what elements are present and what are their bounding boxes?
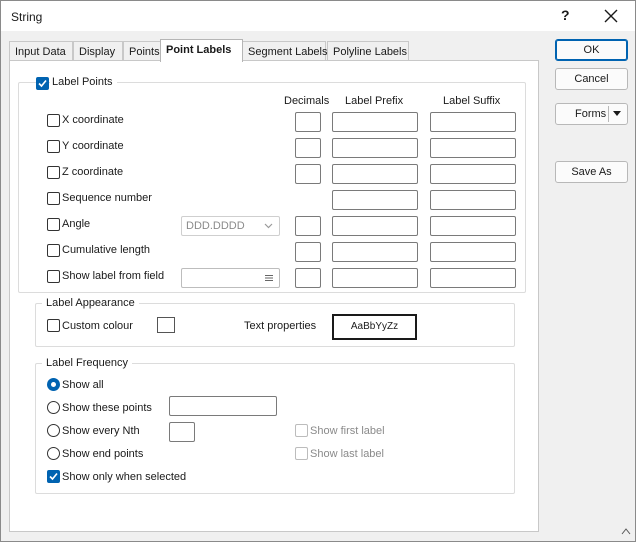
cumulative-prefix-field[interactable]	[332, 242, 418, 262]
custom-colour-checkbox[interactable]	[47, 319, 60, 332]
field-prefix-field[interactable]	[332, 268, 418, 288]
z-coordinate-label: Z coordinate	[62, 166, 124, 178]
save-as-button-label: Save As	[571, 166, 612, 178]
y-suffix-field[interactable]	[430, 138, 516, 158]
label-suffix-header: Label Suffix	[443, 95, 501, 107]
string-dialog: String ? Input Data Display Points Point…	[0, 0, 636, 542]
show-these-points-radio[interactable]	[47, 401, 60, 414]
dropdown-arrow-icon[interactable]	[613, 111, 621, 116]
resize-grip-icon[interactable]	[621, 527, 631, 535]
title-bar: String ?	[1, 1, 635, 32]
decimals-header: Decimals	[284, 95, 330, 107]
sequence-number-label: Sequence number	[62, 192, 152, 204]
show-last-label-label: Show last label	[310, 448, 384, 460]
cumulative-suffix-field[interactable]	[430, 242, 516, 262]
label-appearance-group: Label Appearance Custom colour Text prop…	[35, 297, 515, 347]
nth-field[interactable]	[169, 422, 195, 442]
label-frequency-group: Label Frequency Show all Show these poin…	[35, 357, 515, 494]
x-suffix-field[interactable]	[430, 112, 516, 132]
custom-colour-label: Custom colour	[62, 320, 133, 332]
show-last-label-checkbox[interactable]	[295, 447, 308, 460]
show-every-nth-radio[interactable]	[47, 424, 60, 437]
close-icon	[604, 9, 618, 23]
tab-polyline-labels[interactable]: Polyline Labels	[327, 41, 409, 61]
list-icon	[265, 275, 273, 281]
label-frequency-title: Label Frequency	[42, 357, 132, 369]
show-only-when-selected-checkbox[interactable]	[47, 470, 60, 483]
tab-point-labels[interactable]: Point Labels	[160, 39, 243, 62]
cumulative-length-label: Cumulative length	[62, 244, 151, 256]
field-suffix-field[interactable]	[430, 268, 516, 288]
show-all-radio[interactable]	[47, 378, 60, 391]
show-only-when-selected-label: Show only when selected	[62, 471, 187, 483]
text-properties-label: Text properties	[244, 320, 317, 332]
checkmark-icon	[49, 472, 58, 481]
ok-button-label: OK	[583, 44, 600, 56]
x-coordinate-label: X coordinate	[62, 114, 124, 126]
y-coordinate-label: Y coordinate	[62, 140, 124, 152]
split-divider	[608, 106, 609, 122]
y-coordinate-checkbox[interactable]	[47, 140, 60, 153]
forms-button-label: Forms	[575, 108, 607, 120]
point-labels-panel: Label Points Decimals Label Prefix Label…	[9, 60, 539, 532]
angle-label: Angle	[62, 218, 91, 230]
cancel-button-label: Cancel	[574, 73, 609, 85]
z-suffix-field[interactable]	[430, 164, 516, 184]
tab-input-data[interactable]: Input Data	[9, 41, 73, 61]
angle-format-select[interactable]: DDD.DDDD	[181, 216, 280, 236]
show-all-label: Show all	[62, 379, 104, 391]
show-end-points-radio[interactable]	[47, 447, 60, 460]
show-first-label-checkbox[interactable]	[295, 424, 308, 437]
show-label-from-field-label: Show label from field	[62, 270, 165, 282]
angle-format-value: DDD.DDDD	[186, 220, 245, 232]
label-points-checkbox[interactable]	[36, 77, 49, 90]
cumulative-decimals-field[interactable]	[295, 242, 321, 262]
y-prefix-field[interactable]	[332, 138, 418, 158]
tab-points[interactable]: Points	[123, 41, 162, 61]
angle-suffix-field[interactable]	[430, 216, 516, 236]
sequence-suffix-field[interactable]	[430, 190, 516, 210]
tab-display[interactable]: Display	[73, 41, 123, 61]
label-prefix-header: Label Prefix	[345, 95, 404, 107]
tab-segment-labels[interactable]: Segment Labels	[242, 41, 328, 61]
chevron-down-icon	[264, 223, 273, 229]
x-prefix-field[interactable]	[332, 112, 418, 132]
show-these-points-label: Show these points	[62, 402, 152, 414]
y-decimals-field[interactable]	[295, 138, 321, 158]
these-points-field[interactable]	[169, 396, 277, 416]
z-prefix-field[interactable]	[332, 164, 418, 184]
show-first-label-label: Show first label	[310, 425, 385, 437]
show-every-nth-label: Show every Nth	[62, 425, 140, 437]
window-title: String	[11, 10, 43, 24]
angle-decimals-field[interactable]	[295, 216, 321, 236]
label-points-label: Label Points	[50, 76, 117, 88]
sequence-prefix-field[interactable]	[332, 190, 418, 210]
close-button[interactable]	[599, 6, 623, 26]
show-end-points-label: Show end points	[62, 448, 144, 460]
field-decimals-field[interactable]	[295, 268, 321, 288]
save-as-button[interactable]: Save As	[555, 161, 628, 183]
colour-swatch[interactable]	[157, 317, 175, 333]
x-coordinate-checkbox[interactable]	[47, 114, 60, 127]
ok-button[interactable]: OK	[555, 39, 628, 61]
x-decimals-field[interactable]	[295, 112, 321, 132]
sequence-number-checkbox[interactable]	[47, 192, 60, 205]
label-points-group: Label Points Decimals Label Prefix Label…	[18, 76, 526, 293]
label-appearance-title: Label Appearance	[42, 297, 139, 309]
angle-checkbox[interactable]	[47, 218, 60, 231]
text-properties-button[interactable]: AaBbYyZz	[332, 314, 417, 340]
angle-prefix-field[interactable]	[332, 216, 418, 236]
show-label-from-field-checkbox[interactable]	[47, 270, 60, 283]
help-button[interactable]: ?	[561, 7, 570, 23]
forms-button[interactable]: Forms	[555, 103, 628, 125]
checkmark-icon	[38, 79, 47, 88]
field-picker-input[interactable]	[181, 268, 280, 288]
z-coordinate-checkbox[interactable]	[47, 166, 60, 179]
z-decimals-field[interactable]	[295, 164, 321, 184]
cumulative-length-checkbox[interactable]	[47, 244, 60, 257]
cancel-button[interactable]: Cancel	[555, 68, 628, 90]
